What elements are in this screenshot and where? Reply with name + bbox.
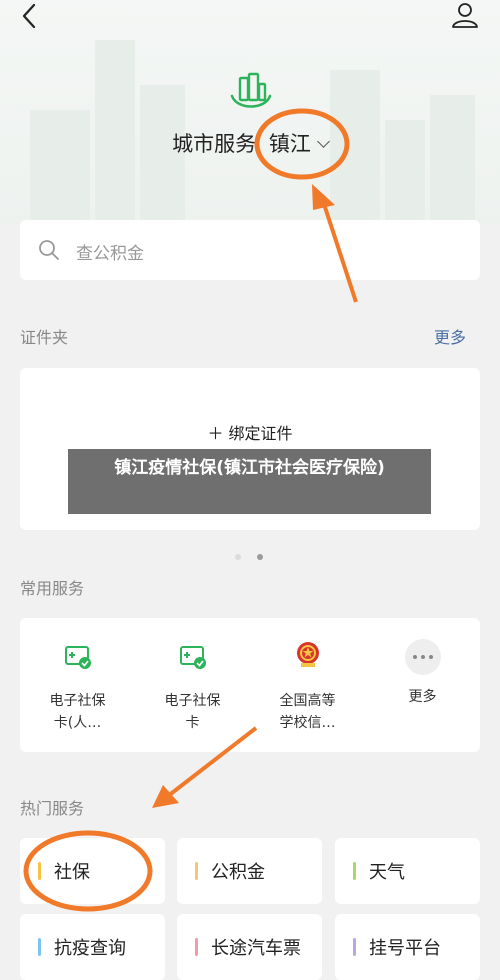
- search-placeholder: 查公积金: [76, 244, 144, 264]
- hot-service-housing-fund[interactable]: 公积金: [177, 838, 322, 904]
- back-arrow-icon[interactable]: [18, 4, 42, 28]
- service-label: 全国高等 学校信…: [250, 690, 365, 734]
- city-selector[interactable]: 镇江: [268, 132, 330, 156]
- user-profile-icon[interactable]: [451, 2, 479, 28]
- search-input[interactable]: 查公积金: [20, 220, 480, 280]
- service-item-social-card-1[interactable]: 电子社保 卡(人…: [20, 618, 135, 752]
- wallet-section-title: 证件夹: [20, 328, 69, 347]
- service-item-more[interactable]: 更多: [365, 618, 480, 752]
- service-item-social-card-2[interactable]: 电子社保 卡: [135, 618, 250, 752]
- accent-bar: [353, 862, 356, 880]
- service-label-line2: 卡(人…: [53, 715, 102, 731]
- hot-service-label: 天气: [369, 862, 405, 883]
- hot-service-registration[interactable]: 挂号平台: [335, 914, 480, 980]
- service-label-line1: 电子社保: [164, 693, 221, 709]
- service-label-line2: 学校信…: [279, 715, 336, 731]
- wallet-more-link[interactable]: 更多: [434, 324, 466, 348]
- service-label-line1: 电子社保: [49, 693, 106, 709]
- hot-service-label: 抗疫查询: [54, 938, 126, 959]
- service-label-line1: 更多: [408, 689, 437, 705]
- accent-bar: [195, 938, 198, 956]
- hot-service-social-security[interactable]: 社保: [20, 838, 165, 904]
- article-caption-text: 镇江疫情社保(镇江市社会医疗保险): [114, 458, 385, 478]
- accent-bar: [38, 938, 41, 956]
- accent-bar: [195, 862, 198, 880]
- hot-service-coach-ticket[interactable]: 长途汽车票: [177, 914, 322, 980]
- accent-bar: [353, 938, 356, 956]
- city-service-title: 城市服务: [172, 132, 257, 156]
- annotation-arrow-hot-head: [152, 785, 179, 808]
- service-label: 电子社保 卡(人…: [20, 690, 135, 734]
- service-label: 电子社保 卡: [135, 690, 250, 734]
- article-caption-overlay: 镇江疫情社保(镇江市社会医疗保险): [68, 449, 431, 514]
- city-banner-background: [0, 0, 500, 225]
- hot-service-label: 社保: [54, 862, 90, 883]
- search-icon: [39, 240, 59, 260]
- more-dots-icon: [405, 639, 441, 675]
- carousel-dot[interactable]: [235, 554, 241, 560]
- city-building-icon: [230, 72, 272, 108]
- hot-service-weather[interactable]: 天气: [335, 838, 480, 904]
- hot-service-label: 长途汽车票: [211, 938, 301, 959]
- social-security-card-icon: [65, 646, 91, 669]
- hot-service-label: 挂号平台: [369, 938, 441, 959]
- carousel-dots: [227, 545, 271, 564]
- accent-bar: [38, 862, 41, 880]
- city-name: 镇江: [268, 132, 311, 156]
- service-label-line1: 全国高等: [279, 693, 336, 709]
- bind-certificate-button[interactable]: ＋ 绑定证件: [20, 420, 480, 444]
- city-service-header: 城市服务 镇江: [0, 128, 500, 158]
- common-services-card: 电子社保 卡(人… 电子社保 卡 全国高等 学校信… 更多: [20, 618, 480, 752]
- common-services-title: 常用服务: [20, 579, 85, 598]
- service-label-line2: 卡: [185, 715, 200, 731]
- social-security-card-icon: [180, 646, 206, 669]
- national-emblem-icon: [297, 642, 319, 667]
- service-label: 更多: [365, 686, 480, 708]
- hot-service-label: 公积金: [211, 862, 265, 883]
- service-item-higher-education[interactable]: 全国高等 学校信…: [250, 618, 365, 752]
- chevron-down-icon: [316, 135, 330, 148]
- hot-service-covid-query[interactable]: 抗疫查询: [20, 914, 165, 980]
- hot-services-title: 热门服务: [20, 799, 85, 818]
- carousel-dot-active[interactable]: [257, 554, 263, 560]
